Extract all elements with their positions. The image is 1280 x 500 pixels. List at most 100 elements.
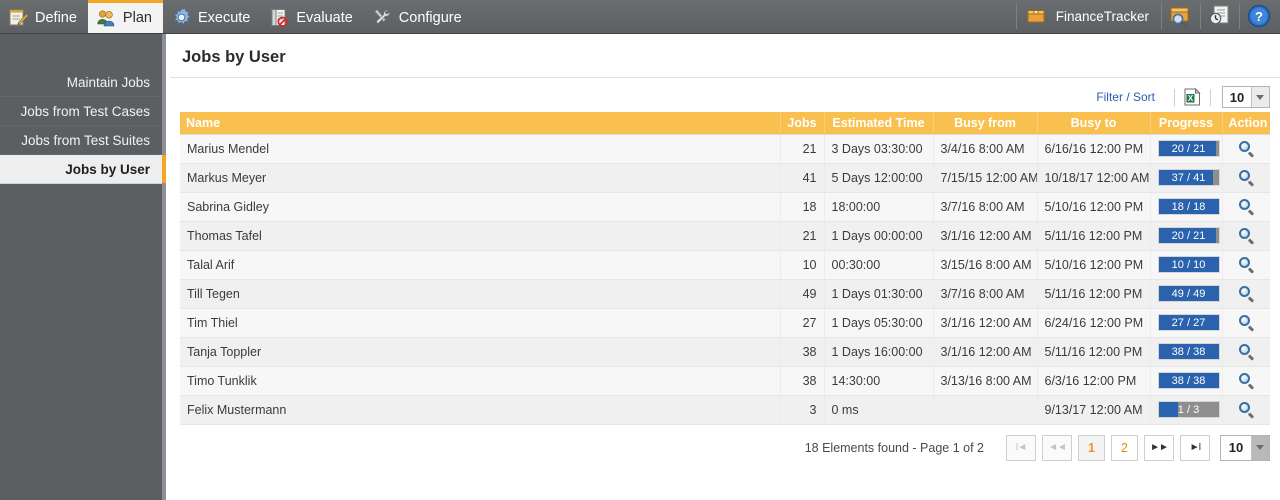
excel-export-icon[interactable]: X — [1184, 87, 1201, 106]
magnifier-icon[interactable] — [1238, 314, 1255, 332]
page-button-2[interactable]: 2 — [1111, 434, 1138, 461]
tab-execute[interactable]: Execute — [163, 2, 261, 33]
cell-name: Markus Meyer — [180, 163, 781, 193]
progress-bar: 37 / 41 — [1157, 169, 1220, 186]
progress-bar: 38 / 38 — [1157, 372, 1220, 389]
filter-sort-link[interactable]: Filter / Sort — [1096, 90, 1165, 104]
cell-jobs: 27 — [780, 308, 825, 338]
previous-page-button[interactable]: ◄◄ — [1042, 434, 1072, 461]
current-project[interactable]: FinanceTracker — [1019, 2, 1159, 30]
cell-progress: 37 / 41 — [1150, 163, 1223, 193]
cell-progress: 20 / 21 — [1150, 221, 1223, 251]
cell-busy-from: 3/13/16 8:00 AM — [933, 366, 1038, 396]
column-header-name[interactable]: Name — [180, 112, 781, 134]
sidebar-item-label: Jobs from Test Cases — [20, 104, 150, 119]
main-tabs: Define Plan Execute Evaluate Configure — [0, 0, 473, 33]
tab-execute-label: Execute — [197, 9, 251, 26]
page-size-value: 10 — [1228, 440, 1244, 455]
cell-jobs: 3 — [780, 395, 825, 425]
tab-configure[interactable]: Configure — [364, 2, 473, 33]
magnifier-icon[interactable] — [1238, 256, 1255, 274]
box-icon — [1027, 8, 1045, 24]
magnifier-icon[interactable] — [1238, 198, 1255, 216]
cell-jobs: 38 — [780, 337, 825, 367]
cell-busy-from — [933, 395, 1038, 425]
sidebar-item-jobs-from-test-cases[interactable]: Jobs from Test Cases — [0, 97, 162, 126]
cell-busy-to: 5/10/16 12:00 PM — [1037, 250, 1151, 280]
cell-busy-to: 5/11/16 12:00 PM — [1037, 337, 1151, 367]
cell-action — [1222, 337, 1270, 367]
divider — [1174, 88, 1175, 106]
column-header-progress[interactable]: Progress — [1150, 112, 1223, 134]
table-row: Tanja Toppler 38 1 Days 16:00:00 3/1/16 12:… — [180, 337, 1270, 367]
cell-busy-from: 3/1/16 12:00 AM — [933, 337, 1038, 367]
page-title: Jobs by User — [170, 34, 1280, 78]
page-size-select-bottom[interactable]: 10 — [1220, 434, 1270, 461]
chevron-down-icon — [1251, 435, 1269, 460]
sidebar-item-maintain-jobs[interactable]: Maintain Jobs — [0, 68, 162, 97]
progress-bar-label: 20 / 21 — [1171, 142, 1206, 155]
magnifier-icon[interactable] — [1238, 343, 1255, 361]
magnifier-icon[interactable] — [1238, 372, 1255, 390]
tab-evaluate[interactable]: Evaluate — [261, 2, 363, 33]
table-row: Tim Thiel 27 1 Days 05:30:00 3/1/16 12:00 A… — [180, 308, 1270, 338]
magnifier-icon[interactable] — [1238, 140, 1255, 158]
reports-history-icon[interactable] — [1207, 3, 1233, 29]
column-header-estimated-time[interactable]: Estimated Time — [824, 112, 934, 134]
progress-bar: 10 / 10 — [1157, 256, 1220, 273]
cell-progress: 38 / 38 — [1150, 366, 1223, 396]
magnifier-icon[interactable] — [1238, 285, 1255, 303]
table-header-row: Name Jobs Estimated Time Busy from Busy … — [180, 112, 1270, 134]
magnifier-icon[interactable] — [1238, 401, 1255, 419]
tools-icon — [372, 7, 393, 28]
column-header-busy-from[interactable]: Busy from — [933, 112, 1038, 134]
progress-bar-label: 10 / 10 — [1171, 258, 1206, 271]
cell-busy-to: 5/11/16 12:00 PM — [1037, 279, 1151, 309]
cell-progress: 18 / 18 — [1150, 192, 1223, 222]
page-button-1[interactable]: 1 — [1078, 434, 1105, 461]
column-header-jobs[interactable]: Jobs — [780, 112, 825, 134]
sidebar-item-label: Jobs by User — [65, 162, 150, 177]
help-icon[interactable]: ? — [1246, 3, 1272, 29]
cell-action — [1222, 395, 1270, 425]
cell-busy-from: 3/7/16 8:00 AM — [933, 192, 1038, 222]
cell-estimated-time: 1 Days 05:30:00 — [824, 308, 934, 338]
sidebar: Maintain Jobs Jobs from Test Cases Jobs … — [0, 34, 166, 500]
cell-estimated-time: 14:30:00 — [824, 366, 934, 396]
cell-estimated-time: 1 Days 01:30:00 — [824, 279, 934, 309]
progress-bar-label: 27 / 27 — [1171, 316, 1206, 329]
sidebar-item-jobs-from-test-suites[interactable]: Jobs from Test Suites — [0, 126, 162, 155]
cell-name: Tanja Toppler — [180, 337, 781, 367]
cell-busy-from: 3/7/16 8:00 AM — [933, 279, 1038, 309]
first-page-button[interactable]: I◄ — [1006, 434, 1036, 461]
sidebar-item-jobs-by-user[interactable]: Jobs by User — [0, 155, 166, 184]
divider — [1239, 3, 1240, 29]
project-search-icon[interactable] — [1168, 3, 1194, 29]
tab-configure-label: Configure — [398, 9, 462, 26]
table-row: Talal Arif 10 00:30:00 3/15/16 8:00 AM 5/10/… — [180, 250, 1270, 280]
column-header-busy-to[interactable]: Busy to — [1037, 112, 1151, 134]
progress-bar-label: 20 / 21 — [1171, 229, 1206, 242]
cell-action — [1222, 279, 1270, 309]
tab-define[interactable]: Define — [0, 2, 88, 33]
page-size-select-top[interactable]: 10 — [1222, 86, 1270, 108]
magnifier-icon[interactable] — [1238, 169, 1255, 187]
svg-text:?: ? — [1255, 9, 1263, 24]
cell-progress: 27 / 27 — [1150, 308, 1223, 338]
progress-bar-label: 49 / 49 — [1171, 287, 1206, 300]
last-page-button[interactable]: ►I — [1180, 434, 1210, 461]
progress-bar: 27 / 27 — [1157, 314, 1220, 331]
next-page-button[interactable]: ►► — [1144, 434, 1174, 461]
cell-action — [1222, 366, 1270, 396]
table-header: Name Jobs Estimated Time Busy from Busy … — [180, 112, 1270, 134]
cell-estimated-time: 0 ms — [824, 395, 934, 425]
cell-progress: 49 / 49 — [1150, 279, 1223, 309]
tab-plan[interactable]: Plan — [87, 0, 163, 33]
magnifier-icon[interactable] — [1238, 227, 1255, 245]
column-header-action: Action — [1222, 112, 1270, 134]
progress-bar: 20 / 21 — [1157, 227, 1220, 244]
table-row: Till Tegen 49 1 Days 01:30:00 3/7/16 8:00 A… — [180, 279, 1270, 309]
divider — [1161, 3, 1162, 29]
top-navigation-bar: Define Plan Execute Evaluate Configure F… — [0, 0, 1280, 34]
main-content: Jobs by User Filter / Sort X 10 Name Job… — [170, 34, 1280, 500]
